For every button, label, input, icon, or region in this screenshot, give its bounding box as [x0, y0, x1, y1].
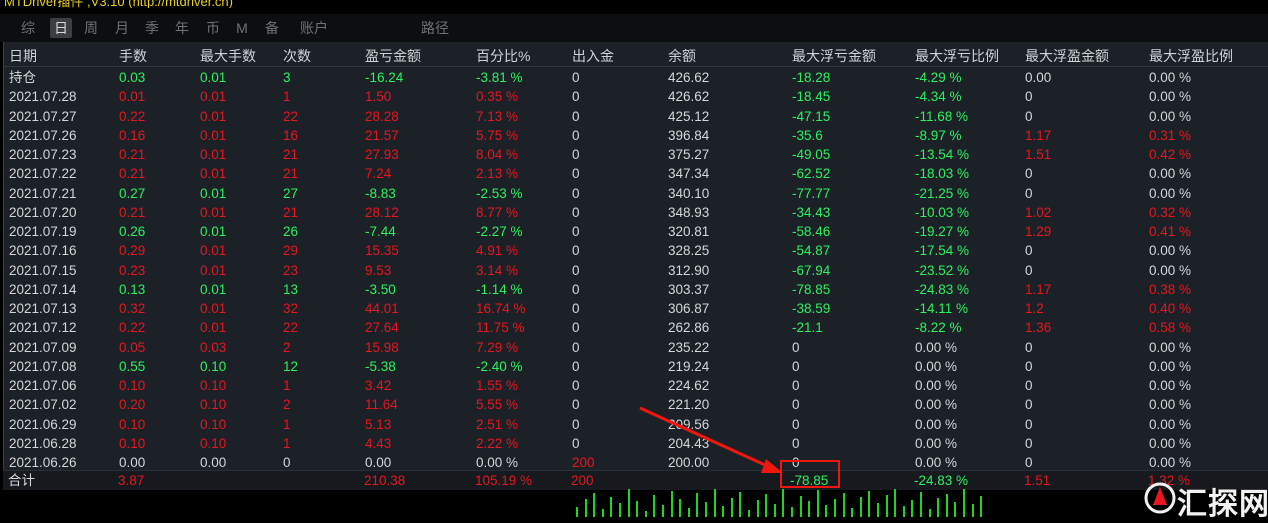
- annotation-arrow: [639, 406, 783, 473]
- watermark-emblem-icon: [1144, 482, 1176, 514]
- watermark-text: 汇探网: [1177, 488, 1268, 521]
- watermark-logo: 汇探网: [1143, 477, 1268, 521]
